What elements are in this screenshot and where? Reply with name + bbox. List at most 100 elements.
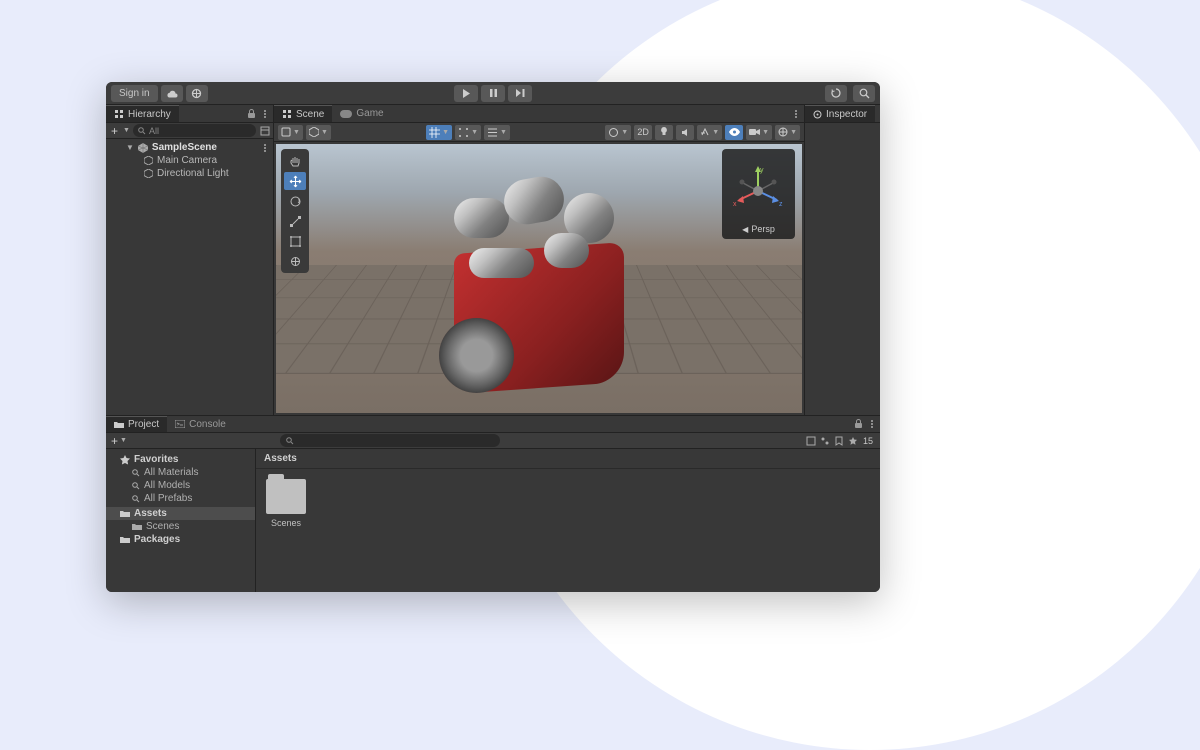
svg-text:y: y xyxy=(760,167,764,174)
scale-tool[interactable] xyxy=(284,212,306,230)
camera-settings-dropdown[interactable]: ▼ xyxy=(746,125,772,140)
projection-label: Persp xyxy=(751,224,775,234)
search-icon xyxy=(859,88,870,99)
audio-toggle[interactable] xyxy=(676,125,694,140)
hierarchy-tab-label: Hierarchy xyxy=(128,109,171,120)
orientation-gizmo[interactable]: y x z xyxy=(722,149,795,239)
version-control-button[interactable] xyxy=(186,85,208,102)
hierarchy-tab[interactable]: Hierarchy xyxy=(106,105,179,122)
hierarchy-search[interactable]: All xyxy=(133,124,256,137)
create-dropdown[interactable]: + xyxy=(109,125,120,136)
gizmos-dropdown[interactable]: ▼ xyxy=(775,125,800,140)
search-by-label-button[interactable] xyxy=(820,435,831,446)
inspector-icon xyxy=(813,110,822,119)
pivot-mode-dropdown[interactable]: ▼ xyxy=(306,125,331,140)
project-search[interactable] xyxy=(280,434,500,447)
hierarchy-item-light[interactable]: Directional Light xyxy=(106,167,273,180)
scene-tab-icon xyxy=(282,109,292,119)
project-create-button[interactable]: + xyxy=(109,435,120,446)
main-area: Hierarchy + ▼ All xyxy=(106,105,880,415)
create-dropdown-arrow[interactable]: ▼ xyxy=(123,127,130,134)
project-menu-button[interactable] xyxy=(868,420,876,428)
undo-history-button[interactable] xyxy=(825,85,847,102)
scene-viewport[interactable]: y x z xyxy=(276,144,802,413)
cloud-button[interactable] xyxy=(161,85,183,102)
packages-folder[interactable]: Packages xyxy=(106,533,255,546)
project-tab-bar: Project Console xyxy=(106,416,880,433)
scene-root-item[interactable]: ▼ SampleScene xyxy=(106,141,273,154)
fx-toggle[interactable]: ▼ xyxy=(697,125,722,140)
snap-settings-button[interactable]: ▼ xyxy=(484,125,510,140)
engine-3d-model xyxy=(394,148,684,398)
hierarchy-tab-bar: Hierarchy xyxy=(106,105,273,123)
favorites-header[interactable]: Favorites xyxy=(106,453,255,466)
asset-folder-scenes[interactable]: Scenes xyxy=(266,479,306,528)
scene-tab-label: Scene xyxy=(296,109,324,120)
scene-tab-bar: Scene Game xyxy=(274,105,804,123)
hierarchy-item-camera[interactable]: Main Camera xyxy=(106,154,273,167)
svg-text:z: z xyxy=(779,201,783,208)
tool-settings-dropdown[interactable]: ▼ xyxy=(278,125,303,140)
project-content: Favorites All Materials All Models All P… xyxy=(106,449,880,592)
fav-label: All Models xyxy=(144,480,190,491)
move-tool[interactable] xyxy=(284,172,306,190)
snap-increment-button[interactable]: ▼ xyxy=(455,125,481,140)
assets-breadcrumb[interactable]: Assets xyxy=(256,449,880,469)
hierarchy-menu-button[interactable] xyxy=(261,110,269,118)
transform-tool[interactable] xyxy=(284,252,306,270)
2d-toggle-button[interactable]: 2D xyxy=(634,125,652,140)
project-lock-icon[interactable] xyxy=(853,419,864,430)
pause-button[interactable] xyxy=(481,85,505,102)
folder-icon xyxy=(120,510,130,518)
inspector-tab[interactable]: Inspector xyxy=(805,105,875,122)
hierarchy-type-button[interactable] xyxy=(259,125,270,136)
fav-prefabs[interactable]: All Prefabs xyxy=(106,492,255,505)
star-icon xyxy=(120,455,130,465)
hidden-packages-button[interactable]: 15 xyxy=(862,435,873,446)
playback-controls xyxy=(454,85,532,102)
console-tab[interactable]: Console xyxy=(167,416,234,432)
project-create-arrow[interactable]: ▼ xyxy=(120,437,127,444)
hierarchy-lock-icon[interactable] xyxy=(246,108,257,119)
sign-in-button[interactable]: Sign in xyxy=(111,85,158,102)
lighting-toggle[interactable] xyxy=(655,125,673,140)
scene-panel: Scene Game ▼ ▼ xyxy=(274,105,804,415)
gizmo-axes[interactable]: y x z xyxy=(727,154,790,224)
step-button[interactable] xyxy=(508,85,532,102)
play-button[interactable] xyxy=(454,85,478,102)
project-tree: Favorites All Materials All Models All P… xyxy=(106,449,256,592)
play-icon xyxy=(462,89,470,98)
hierarchy-item-label: Directional Light xyxy=(157,168,229,179)
draw-mode-dropdown[interactable]: ▼ xyxy=(605,125,631,140)
rect-tool[interactable] xyxy=(284,232,306,250)
console-icon xyxy=(175,420,185,428)
search-by-type-button[interactable] xyxy=(806,435,817,446)
folder-icon xyxy=(114,421,124,429)
favorites-label: Favorites xyxy=(134,454,178,465)
game-tab[interactable]: Game xyxy=(332,105,391,122)
assets-folder[interactable]: Assets xyxy=(106,507,255,520)
step-icon xyxy=(516,89,525,97)
hand-tool[interactable] xyxy=(284,152,306,170)
history-icon xyxy=(830,87,842,99)
project-tab[interactable]: Project xyxy=(106,416,167,432)
scene-tab-menu[interactable] xyxy=(792,110,800,118)
hierarchy-toolbar: + ▼ All xyxy=(106,123,273,139)
scene-tab[interactable]: Scene xyxy=(274,105,332,122)
save-search-button[interactable] xyxy=(834,435,845,446)
scene-toolbar: ▼ ▼ ▼ ▼ ▼ xyxy=(274,123,804,142)
projection-toggle[interactable]: ◀ Persp xyxy=(742,224,775,234)
global-search-button[interactable] xyxy=(853,85,875,102)
folder-icon xyxy=(132,523,142,531)
hierarchy-icon xyxy=(114,109,124,119)
scene-item-menu[interactable] xyxy=(261,144,269,152)
fav-materials[interactable]: All Materials xyxy=(106,466,255,479)
folder-icon xyxy=(266,479,306,514)
grid-snap-button[interactable]: ▼ xyxy=(426,125,452,140)
scenes-folder[interactable]: Scenes xyxy=(106,520,255,533)
rotate-tool[interactable] xyxy=(284,192,306,210)
scene-visibility-toggle[interactable] xyxy=(725,125,743,140)
fav-models[interactable]: All Models xyxy=(106,479,255,492)
favorite-search-button[interactable] xyxy=(848,435,859,446)
project-tab-label: Project xyxy=(128,419,159,430)
